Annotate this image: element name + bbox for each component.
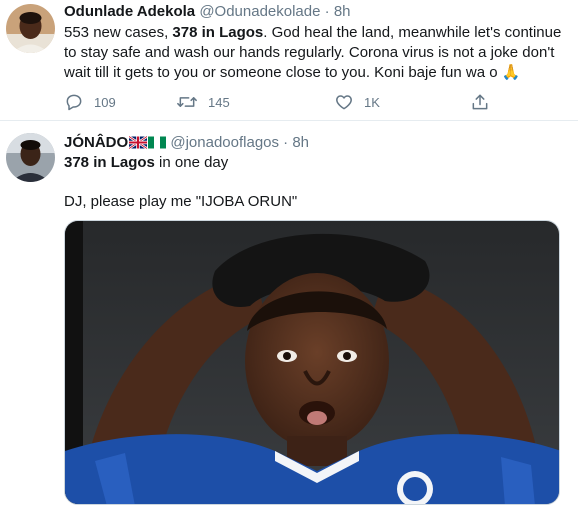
tweet-header: JÓNÂDO @jonadooflagos · 8h	[64, 133, 309, 153]
retweet-button[interactable]: 145	[176, 90, 230, 114]
share-button[interactable]	[470, 90, 490, 114]
author-name[interactable]: JÓNÂDO	[64, 134, 167, 151]
text-highlight: 378 in Lagos	[172, 24, 264, 41]
author-name-text: JÓNÂDO	[64, 134, 129, 151]
tweet[interactable]: Odunlade Adekola @Odunadekolade · 8h 553…	[0, 0, 578, 121]
tweet-text-line2: DJ, please play me "IJOBA ORUN"	[64, 193, 298, 210]
share-icon	[472, 94, 488, 110]
reply-icon	[66, 94, 82, 111]
like-icon	[336, 95, 352, 110]
tweet-text: 553 new cases, 378 in Lagos. God heal th…	[64, 23, 574, 83]
tweet-photo[interactable]	[64, 220, 560, 505]
tweet-actions: 109 145 1K	[64, 90, 494, 114]
tweet-text-line1: 378 in Lagos in one day	[64, 153, 574, 173]
pray-emoji: 🙏	[501, 64, 521, 81]
retweet-count: 145	[208, 94, 230, 110]
tweet-header: Odunlade Adekola @Odunadekolade · 8h	[64, 2, 351, 22]
text-highlight: 378 in Lagos	[64, 154, 155, 171]
avatar[interactable]	[6, 133, 55, 182]
timestamp[interactable]: 8h	[292, 134, 309, 151]
nigeria-flag-icon	[148, 136, 167, 149]
author-handle[interactable]: @jonadooflagos	[170, 134, 279, 151]
reply-button[interactable]: 109	[64, 90, 116, 114]
author-handle[interactable]: @Odunadekolade	[199, 3, 320, 20]
uk-flag-icon	[129, 136, 148, 149]
separator: ·	[283, 134, 289, 151]
author-name[interactable]: Odunlade Adekola	[64, 3, 195, 20]
like-button[interactable]: 1K	[334, 90, 380, 114]
reply-count: 109	[94, 94, 116, 110]
separator: ·	[324, 3, 330, 20]
avatar[interactable]	[6, 4, 55, 53]
tweet[interactable]: JÓNÂDO @jonadooflagos · 8h 378 in Lagos …	[0, 122, 578, 505]
text-part: 553 new cases,	[64, 24, 173, 41]
text-part: in one day	[154, 154, 229, 171]
timestamp[interactable]: 8h	[334, 3, 351, 20]
retweet-icon	[177, 97, 197, 107]
like-count: 1K	[364, 94, 380, 110]
